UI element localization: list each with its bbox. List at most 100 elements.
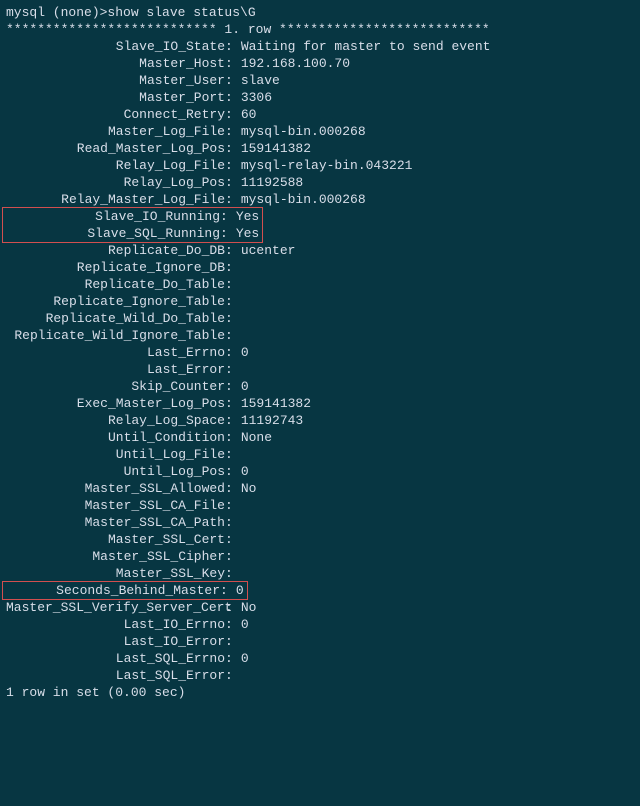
label: Replicate_Ignore_DB xyxy=(6,259,225,276)
label: Master_Port xyxy=(6,89,225,106)
value: 192.168.100.70 xyxy=(241,55,350,72)
label: Master_SSL_Allowed xyxy=(6,480,225,497)
field-last-io-errno: Last_IO_Errno: 0 xyxy=(6,616,634,633)
field-master-ssl-key: Master_SSL_Key: xyxy=(6,565,634,582)
value: Waiting for master to send event xyxy=(241,38,491,55)
value: No xyxy=(241,480,257,497)
field-last-sql-error: Last_SQL_Error: xyxy=(6,667,634,684)
label: Slave_IO_State xyxy=(6,38,225,55)
field-last-errno: Last_Errno: 0 xyxy=(6,344,634,361)
highlight-seconds-behind-master: Seconds_Behind_Master: 0 xyxy=(6,582,634,599)
value: 159141382 xyxy=(241,395,311,412)
field-replicate-ignore-table: Replicate_Ignore_Table: xyxy=(6,293,634,310)
field-relay-log-pos: Relay_Log_Pos: 11192588 xyxy=(6,174,634,191)
label: Last_SQL_Errno xyxy=(6,650,225,667)
label: Skip_Counter xyxy=(6,378,225,395)
label: Master_SSL_Cipher xyxy=(6,548,225,565)
value: No xyxy=(241,599,257,616)
field-master-ssl-allowed: Master_SSL_Allowed: No xyxy=(6,480,634,497)
field-replicate-do-db: Replicate_Do_DB: ucenter xyxy=(6,242,634,259)
value: slave xyxy=(241,72,280,89)
label: Replicate_Ignore_Table xyxy=(6,293,225,310)
label: Exec_Master_Log_Pos xyxy=(6,395,225,412)
value: 3306 xyxy=(241,89,272,106)
field-replicate-do-table: Replicate_Do_Table: xyxy=(6,276,634,293)
highlight-box: Seconds_Behind_Master: 0 xyxy=(2,581,248,600)
field-master-ssl-verify-server-cert: Master_SSL_Verify_Server_Cert: No xyxy=(6,599,634,616)
field-slave-io-state: Slave_IO_State: Waiting for master to se… xyxy=(6,38,634,55)
value: 159141382 xyxy=(241,140,311,157)
label: Until_Log_File xyxy=(6,446,225,463)
label: Master_SSL_CA_Path xyxy=(6,514,225,531)
label: Read_Master_Log_Pos xyxy=(6,140,225,157)
field-master-ssl-ca-file: Master_SSL_CA_File: xyxy=(6,497,634,514)
field-exec-master-log-pos: Exec_Master_Log_Pos: 159141382 xyxy=(6,395,634,412)
value: 11192588 xyxy=(241,174,303,191)
value: 0 xyxy=(241,378,249,395)
field-last-sql-errno: Last_SQL_Errno: 0 xyxy=(6,650,634,667)
value: mysql-relay-bin.043221 xyxy=(241,157,413,174)
highlight-box: Slave_IO_Running: YesSlave_SQL_Running: … xyxy=(2,207,263,243)
label: Replicate_Do_Table xyxy=(6,276,225,293)
field-master-ssl-ca-path: Master_SSL_CA_Path: xyxy=(6,514,634,531)
value: 0 xyxy=(241,616,249,633)
field-connect-retry: Connect_Retry: 60 xyxy=(6,106,634,123)
label: Connect_Retry xyxy=(6,106,225,123)
label: Seconds_Behind_Master xyxy=(6,582,220,599)
field-replicate-wild-ignore-table: Replicate_Wild_Ignore_Table: xyxy=(6,327,634,344)
field-until-log-pos: Until_Log_Pos: 0 xyxy=(6,463,634,480)
field-replicate-wild-do-table: Replicate_Wild_Do_Table: xyxy=(6,310,634,327)
label: Until_Condition xyxy=(6,429,225,446)
row-header: *************************** 1. row *****… xyxy=(6,21,634,38)
label: Until_Log_Pos xyxy=(6,463,225,480)
field-master-user: Master_User: slave xyxy=(6,72,634,89)
label: Last_IO_Error xyxy=(6,633,225,650)
field-master-host: Master_Host: 192.168.100.70 xyxy=(6,55,634,72)
label: Master_SSL_Key xyxy=(6,565,225,582)
field-last-io-error: Last_IO_Error: xyxy=(6,633,634,650)
field-master-ssl-cipher: Master_SSL_Cipher: xyxy=(6,548,634,565)
label: Relay_Log_Space xyxy=(6,412,225,429)
label: Replicate_Wild_Do_Table xyxy=(6,310,225,327)
label: Replicate_Do_DB xyxy=(6,242,225,259)
highlight-slave-running: Slave_IO_Running: YesSlave_SQL_Running: … xyxy=(6,208,634,242)
label: Master_Host xyxy=(6,55,225,72)
field-until-condition: Until_Condition: None xyxy=(6,429,634,446)
label: Replicate_Wild_Ignore_Table xyxy=(6,327,225,344)
value: 0 xyxy=(241,650,249,667)
value: 0 xyxy=(241,463,249,480)
value: Yes xyxy=(236,225,259,242)
label: Master_SSL_CA_File xyxy=(6,497,225,514)
value: 11192743 xyxy=(241,412,303,429)
label: Last_Error xyxy=(6,361,225,378)
result-footer: 1 row in set (0.00 sec) xyxy=(6,684,634,701)
value: mysql-bin.000268 xyxy=(241,123,366,140)
mysql-prompt[interactable]: mysql (none)>show slave status\G xyxy=(6,4,634,21)
label: Slave_SQL_Running xyxy=(6,225,220,242)
label: Last_IO_Errno xyxy=(6,616,225,633)
field-relay-log-space: Relay_Log_Space: 11192743 xyxy=(6,412,634,429)
field-until-log-file: Until_Log_File: xyxy=(6,446,634,463)
value: 0 xyxy=(241,344,249,361)
label: Relay_Log_Pos xyxy=(6,174,225,191)
field-relay-master-log-file: Relay_Master_Log_File: mysql-bin.000268 xyxy=(6,191,634,208)
field-read-master-log-pos: Read_Master_Log_Pos: 159141382 xyxy=(6,140,634,157)
field-relay-log-file: Relay_Log_File: mysql-relay-bin.043221 xyxy=(6,157,634,174)
label: Master_Log_File xyxy=(6,123,225,140)
value: Yes xyxy=(236,208,259,225)
label: Last_SQL_Error xyxy=(6,667,225,684)
label: Master_SSL_Verify_Server_Cert xyxy=(6,599,225,616)
field-skip-counter: Skip_Counter: 0 xyxy=(6,378,634,395)
value: None xyxy=(241,429,272,446)
field-master-log-file: Master_Log_File: mysql-bin.000268 xyxy=(6,123,634,140)
label: Slave_IO_Running xyxy=(6,208,220,225)
field-master-ssl-cert: Master_SSL_Cert: xyxy=(6,531,634,548)
value: ucenter xyxy=(241,242,296,259)
label: Last_Errno xyxy=(6,344,225,361)
field-replicate-ignore-db: Replicate_Ignore_DB: xyxy=(6,259,634,276)
value: 60 xyxy=(241,106,257,123)
value: mysql-bin.000268 xyxy=(241,191,366,208)
value: 0 xyxy=(236,582,244,599)
field-last-error: Last_Error: xyxy=(6,361,634,378)
field-master-port: Master_Port: 3306 xyxy=(6,89,634,106)
